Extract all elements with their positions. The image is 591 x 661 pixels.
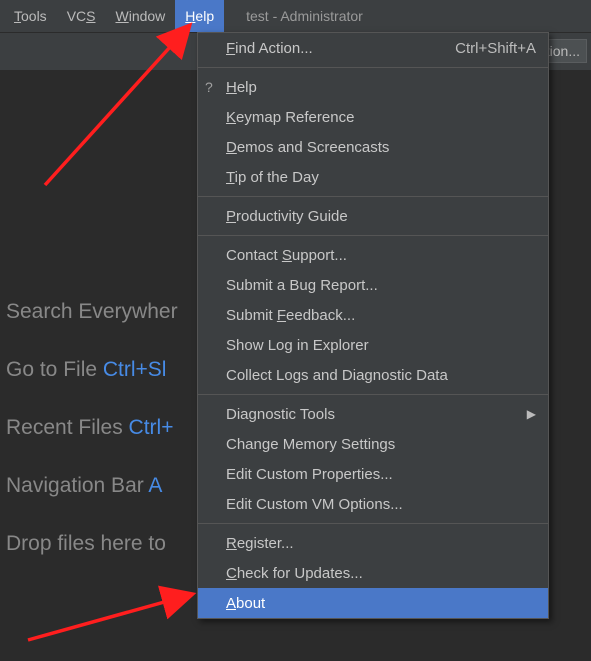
menu-tools[interactable]: Tools (4, 0, 57, 32)
question-icon: ? (205, 79, 213, 95)
menu-help[interactable]: Help (175, 0, 224, 32)
menu-item-collect-logs[interactable]: Collect Logs and Diagnostic Data (198, 360, 548, 390)
menu-item-find-action[interactable]: Find Action... Ctrl+Shift+A (198, 33, 548, 63)
menu-item-submit-bug-report[interactable]: Submit a Bug Report... (198, 270, 548, 300)
menu-separator (198, 523, 548, 524)
menu-item-demos-screencasts[interactable]: Demos and Screencasts (198, 132, 548, 162)
menu-item-edit-custom-vm-options[interactable]: Edit Custom VM Options... (198, 489, 548, 519)
menu-window[interactable]: Window (105, 0, 175, 32)
menu-item-contact-support[interactable]: Contact Support... (198, 240, 548, 270)
menu-item-keymap-reference[interactable]: Keymap Reference (198, 102, 548, 132)
menu-vcs[interactable]: VCS (57, 0, 106, 32)
menu-item-register[interactable]: Register... (198, 528, 548, 558)
menu-separator (198, 394, 548, 395)
menu-item-productivity-guide[interactable]: Productivity Guide (198, 201, 548, 231)
menu-item-tip-of-the-day[interactable]: Tip of the Day (198, 162, 548, 192)
menu-item-help[interactable]: ? Help (198, 72, 548, 102)
menu-item-edit-custom-properties[interactable]: Edit Custom Properties... (198, 459, 548, 489)
menu-item-change-memory[interactable]: Change Memory Settings (198, 429, 548, 459)
menu-item-diagnostic-tools[interactable]: Diagnostic Tools ▶ (198, 399, 548, 429)
menubar: Tools VCS Window Help test - Administrat… (0, 0, 591, 32)
accelerator: Ctrl+Shift+A (455, 40, 536, 57)
menu-item-show-log[interactable]: Show Log in Explorer (198, 330, 548, 360)
help-menu-dropdown: Find Action... Ctrl+Shift+A ? Help Keyma… (197, 32, 549, 619)
menu-item-submit-feedback[interactable]: Submit Feedback... (198, 300, 548, 330)
submenu-arrow-icon: ▶ (527, 407, 536, 421)
menu-separator (198, 67, 548, 68)
menu-separator (198, 235, 548, 236)
arrow-to-about (28, 594, 193, 640)
menu-item-check-updates[interactable]: Check for Updates... (198, 558, 548, 588)
menu-item-about[interactable]: About (198, 588, 548, 618)
window-title: test - Administrator (246, 8, 363, 24)
menu-separator (198, 196, 548, 197)
